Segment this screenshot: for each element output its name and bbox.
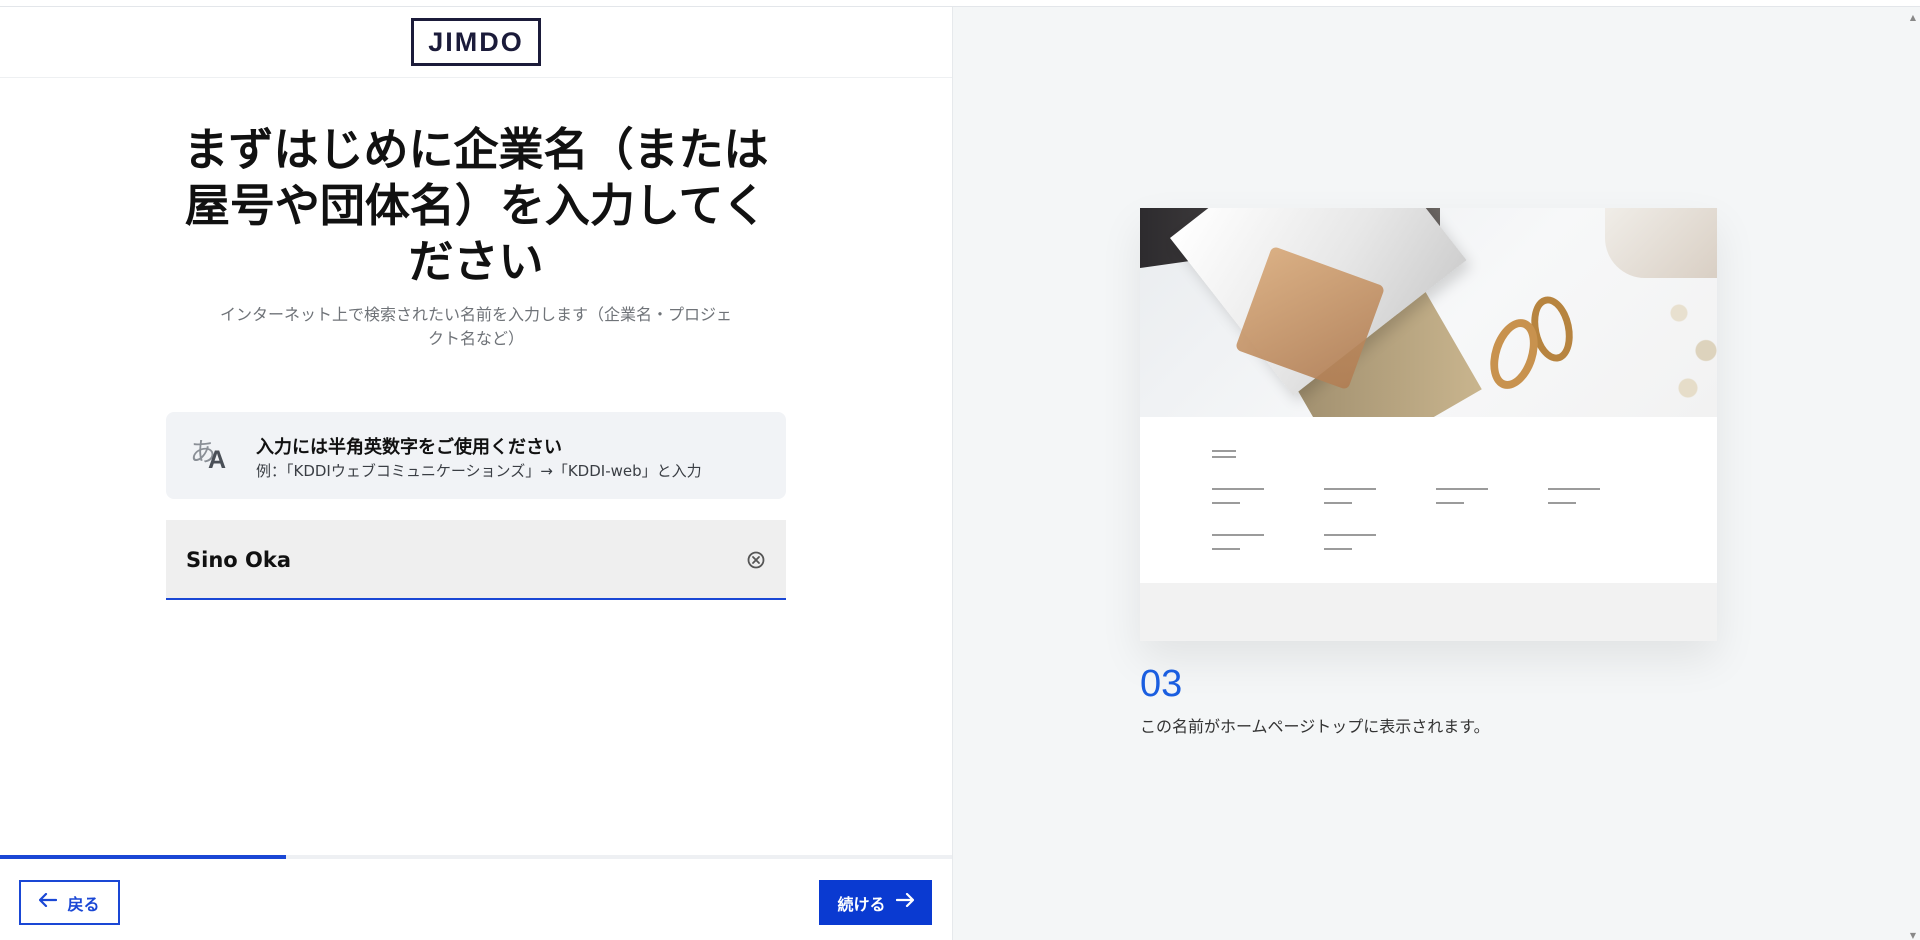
clear-circle-icon[interactable] <box>746 550 766 570</box>
preview-hero-image <box>1140 208 1717 417</box>
preview-panel: 03 この名前がホームページトップに表示されます。 ▲ ▼ <box>952 7 1920 940</box>
back-button[interactable]: 戻る <box>19 880 120 925</box>
arrow-left-icon <box>39 892 58 912</box>
page-title: まずはじめに企業名（または屋号や団体名）を入力してください <box>183 123 769 288</box>
hint-title: 入力には半角英数字をご使用ください <box>256 437 562 458</box>
jimdo-logo[interactable]: JIMDO <box>411 18 541 66</box>
nav-placeholder <box>1212 534 1264 550</box>
nav-placeholder <box>1324 534 1376 550</box>
continue-button[interactable]: 続ける <box>819 880 932 925</box>
progress-bar <box>0 855 952 859</box>
arrow-right-icon <box>895 892 914 912</box>
nav-placeholder <box>1548 488 1600 504</box>
nav-placeholder <box>1436 488 1488 504</box>
menu-icon <box>1212 450 1236 458</box>
preview-footer <box>1140 583 1717 641</box>
company-name-field <box>166 520 786 600</box>
page-subtitle: インターネット上で検索されたい名前を入力します（企業名・プロジェクト名など） <box>220 305 733 348</box>
scroll-up-icon[interactable]: ▲ <box>1910 13 1916 22</box>
japanese-input-icon: あ A <box>190 432 230 476</box>
form-panel: JIMDO まずはじめに企業名（または屋号や団体名）を入力してください インター… <box>0 7 952 940</box>
hint-text: 例：「KDDIウェブコミュニケーションズ」→「KDDI-web」と入力 <box>256 462 702 480</box>
header: JIMDO <box>0 7 952 78</box>
website-preview-card <box>1140 208 1717 641</box>
back-button-label: 戻る <box>67 896 100 914</box>
company-name-input[interactable] <box>186 542 726 578</box>
step-number: 03 <box>1140 663 1183 705</box>
step-caption: この名前がホームページトップに表示されます。 <box>1140 717 1490 736</box>
nav-placeholder <box>1212 488 1264 504</box>
scroll-down-icon[interactable]: ▼ <box>1910 931 1916 940</box>
progress-bar-fill <box>0 855 286 859</box>
continue-button-label: 続ける <box>837 896 886 914</box>
latin-a-glyph: A <box>208 446 227 474</box>
input-hint-box: あ A 入力には半角英数字をご使用ください 例：「KDDIウェブコミュニケーショ… <box>166 412 786 499</box>
top-bar <box>0 0 1920 7</box>
nav-placeholder <box>1324 488 1376 504</box>
